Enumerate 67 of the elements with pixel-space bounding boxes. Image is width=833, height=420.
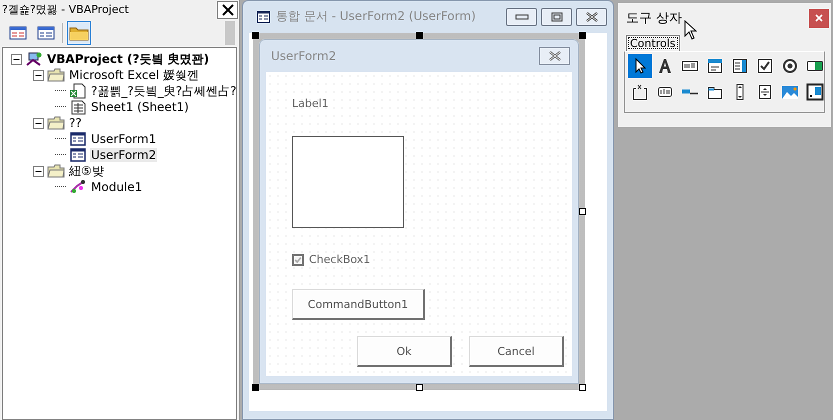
tool-button[interactable] [628, 54, 652, 78]
sheet-icon [69, 99, 87, 115]
project-icon [25, 51, 43, 67]
minimize-icon [514, 12, 528, 20]
close-icon [222, 4, 234, 16]
tree-item[interactable]: UserForm1 [90, 132, 158, 146]
dialog-button[interactable]: Ok [357, 336, 452, 367]
collapse-icon[interactable] [33, 166, 44, 176]
tree-item[interactable]: Module1 [90, 180, 144, 194]
grid-form-icon [9, 24, 27, 40]
image-icon [781, 83, 799, 101]
dialog-button[interactable]: Cancel [469, 336, 564, 367]
radio-icon [781, 57, 799, 75]
window-title: 도구 상자 [626, 10, 682, 27]
folder-icon [47, 115, 65, 131]
mouse-cursor-icon [684, 20, 697, 40]
close-button[interactable] [576, 8, 607, 26]
spinner-icon [756, 83, 774, 101]
collapse-icon[interactable] [11, 54, 22, 64]
close-icon [548, 50, 562, 60]
close-button[interactable] [217, 0, 238, 18]
tree-item[interactable]: ?? [68, 116, 83, 130]
collapse-icon[interactable] [33, 70, 44, 80]
resize-handle[interactable] [252, 32, 259, 39]
resize-handle[interactable] [579, 208, 586, 215]
tree-item[interactable]: UserForm2 [90, 148, 158, 162]
resize-handle[interactable] [579, 384, 586, 391]
checkbox-label: CheckBox1 [309, 253, 370, 266]
checkmark-icon [756, 57, 774, 75]
maximize-icon [550, 12, 562, 22]
tree-item[interactable]: 紐⑤뱢 [68, 162, 105, 180]
resize-handle[interactable] [579, 32, 586, 39]
image-control[interactable] [292, 136, 404, 228]
tree-item[interactable]: Sheet1 (Sheet1) [90, 100, 190, 114]
tree-item[interactable]: Microsoft Excel 媛쒖껜 [68, 66, 200, 84]
minimize-button[interactable] [506, 8, 537, 26]
tabs-icon [681, 89, 699, 95]
checkbox[interactable] [292, 254, 304, 266]
form-icon [69, 131, 87, 147]
resize-handle[interactable] [416, 32, 423, 39]
panel-title: ?곌숉?몄뀛 - VBAProject [2, 2, 129, 17]
list-box-icon [731, 57, 749, 75]
form-icon [257, 10, 270, 22]
tab[interactable]: Controls [626, 35, 680, 51]
command-button[interactable]: CommandButton1 [292, 289, 425, 320]
collapse-icon[interactable] [33, 118, 44, 128]
tree-item[interactable]: VBAProject (?듯빀 臾몄꽌) [46, 50, 210, 68]
close-icon [584, 12, 598, 22]
frame-icon [631, 83, 649, 101]
dropdown-list-icon [706, 57, 724, 75]
window-title: 통합 문서 - UserForm2 (UserForm) [276, 8, 476, 25]
workbook-icon [69, 83, 87, 99]
letter-a-icon [656, 57, 674, 75]
maximize-button[interactable] [541, 8, 572, 26]
folder-icon [47, 163, 65, 179]
folder-icon [47, 67, 65, 83]
module-icon [69, 179, 87, 195]
resize-handle[interactable] [416, 384, 423, 391]
toolbar-button[interactable] [67, 20, 91, 44]
resize-handle[interactable] [252, 384, 259, 391]
folder-icon [69, 24, 89, 40]
form-icon [69, 147, 87, 163]
close-icon [815, 14, 823, 22]
form-icon [37, 24, 55, 40]
form-title: UserForm2 [271, 48, 336, 62]
tree-item[interactable]: ?꾪쁽_?듯빀_臾?占쎄쎈占? [90, 82, 238, 100]
label-control[interactable]: Label1 [292, 97, 329, 110]
